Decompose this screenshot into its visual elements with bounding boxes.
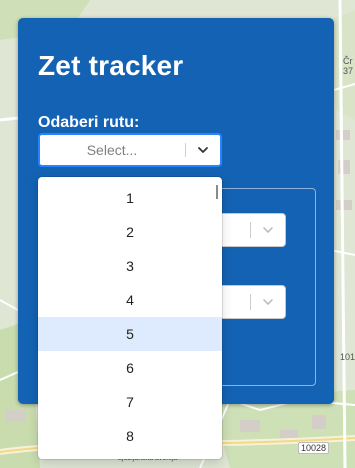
route-label: Odaberi rutu: [38,114,140,131]
route-option[interactable]: 3 [38,249,222,283]
route-option[interactable]: 6 [38,351,222,385]
app-title: Zet tracker [38,50,184,81]
route-options-menu[interactable]: 12345678 [38,177,222,459]
map-label-right: 101 [340,352,355,362]
map-label-top: Čr [343,56,353,66]
route-option[interactable]: 8 [38,419,222,453]
route-select-value: Select... [86,142,138,158]
route-option[interactable]: 7 [38,385,222,419]
route-options-list: 12345678 [38,181,222,453]
postcode-label: 10028 [298,442,330,454]
chevron-down-icon[interactable] [251,286,285,318]
route-option[interactable]: 1 [38,181,222,215]
route-option[interactable]: 5 [38,317,222,351]
menu-scrollbar[interactable] [216,185,218,199]
route-select[interactable]: Select... [38,133,222,167]
route-option[interactable]: 2 [38,215,222,249]
chevron-down-icon[interactable] [251,214,285,246]
route-option[interactable]: 4 [38,283,222,317]
chevron-down-icon[interactable] [186,135,220,165]
map-label-top2: 37 [343,66,354,76]
